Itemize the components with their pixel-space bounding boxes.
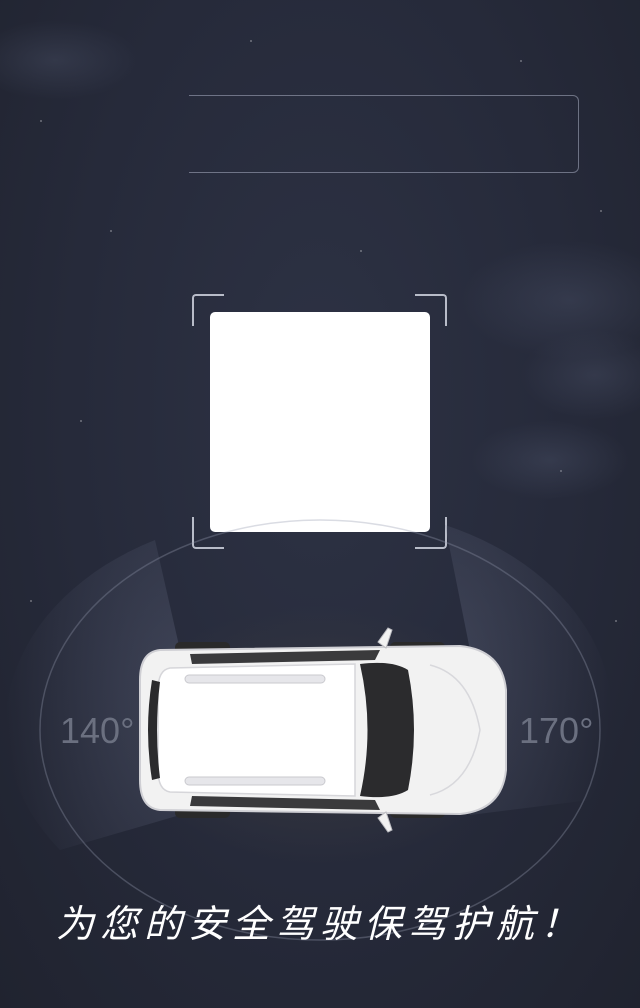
star xyxy=(80,420,82,422)
car-top-view-icon xyxy=(139,627,507,833)
cloud xyxy=(470,420,630,500)
cloud xyxy=(0,20,140,100)
page: 140° 170° 为您的安全驾驶保驾护航！ xyxy=(0,0,640,1008)
star xyxy=(40,120,42,122)
star xyxy=(600,210,602,212)
slogan-text: 为您的安全驾驶保驾护航！ xyxy=(55,902,584,946)
qr-code[interactable] xyxy=(210,312,430,532)
rear-angle-label: 140° xyxy=(60,710,135,751)
star xyxy=(520,60,522,62)
star xyxy=(360,250,362,252)
front-angle-label: 170° xyxy=(519,710,594,751)
star xyxy=(110,230,112,232)
code-input-box[interactable] xyxy=(189,95,579,173)
star xyxy=(250,40,252,42)
